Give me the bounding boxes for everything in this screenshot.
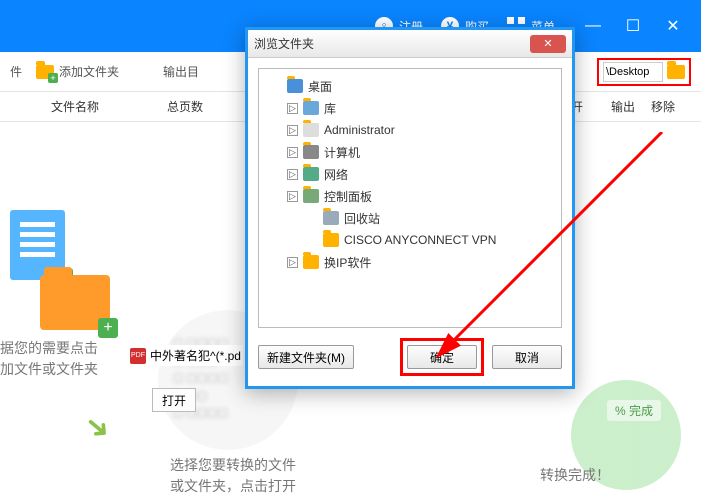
- tree-node[interactable]: ▷ 换IP软件: [265, 251, 555, 273]
- output-path-highlight: [597, 58, 691, 86]
- tree-node-label: 控制面板: [324, 188, 372, 205]
- add-folder-label: 添加文件夹: [59, 63, 119, 80]
- expand-icon[interactable]: ▷: [287, 103, 298, 114]
- browse-folder-dialog: 浏览文件夹 ✕ 桌面▷库▷Administrator▷计算机▷网络▷控制面板回收…: [245, 27, 575, 389]
- arrow-icon: ➜: [77, 406, 119, 449]
- tree-node-label: 计算机: [324, 144, 360, 161]
- tree-node-label: 库: [324, 100, 336, 117]
- tree-node[interactable]: CISCO ANYCONNECT VPN: [265, 229, 555, 251]
- tree-node[interactable]: ▷ 计算机: [265, 141, 555, 163]
- bin-icon: [323, 211, 339, 225]
- ok-highlight: 确定: [400, 338, 484, 376]
- file-stack-illustration: + +: [10, 210, 130, 330]
- col-open: 开: [571, 98, 611, 115]
- col-pages: 总页数: [140, 98, 230, 115]
- output-label: 输出目: [163, 63, 199, 80]
- sample-file-row: PDF 中外著名犯^(*.pd: [128, 345, 243, 366]
- cancel-button[interactable]: 取消: [492, 345, 562, 369]
- add-file-button[interactable]: 件: [10, 63, 22, 80]
- desktop-icon: [287, 79, 303, 93]
- dialog-close-button[interactable]: ✕: [530, 35, 566, 53]
- lib-icon: [303, 101, 319, 115]
- tree-node-label: 网络: [324, 166, 348, 183]
- minimize-button[interactable]: —: [573, 17, 613, 35]
- expand-icon[interactable]: ▷: [287, 169, 298, 180]
- output-path-input[interactable]: [603, 62, 663, 82]
- tree-node-label: 桌面: [308, 78, 332, 95]
- step2-text: 选择您要转换的文件或文件夹，点击打开: [170, 455, 296, 497]
- expand-icon[interactable]: ▷: [287, 147, 298, 158]
- fold-icon: [303, 255, 319, 269]
- pc-icon: [303, 145, 319, 159]
- user-icon: [303, 123, 319, 137]
- folder-tree[interactable]: 桌面▷库▷Administrator▷计算机▷网络▷控制面板回收站CISCO A…: [258, 68, 562, 328]
- col-remove: 移除: [651, 98, 691, 115]
- tree-node[interactable]: 桌面: [265, 75, 555, 97]
- tree-node[interactable]: ▷库: [265, 97, 555, 119]
- tree-node-label: CISCO ANYCONNECT VPN: [344, 233, 496, 247]
- add-folder-button[interactable]: + 添加文件夹: [36, 63, 119, 80]
- expand-icon[interactable]: ▷: [287, 191, 298, 202]
- tree-node[interactable]: ▷ 网络: [265, 163, 555, 185]
- pdf-icon: PDF: [130, 348, 146, 364]
- dialog-titlebar[interactable]: 浏览文件夹 ✕: [248, 30, 572, 58]
- tree-node-label: 回收站: [344, 210, 380, 227]
- add-file-label: 件: [10, 63, 22, 80]
- expand-icon[interactable]: ▷: [287, 125, 298, 136]
- net-icon: [303, 167, 319, 181]
- ok-button[interactable]: 确定: [407, 345, 477, 369]
- col-output: 输出: [611, 98, 651, 115]
- browse-folder-icon[interactable]: [667, 65, 685, 79]
- dialog-title: 浏览文件夹: [254, 35, 314, 52]
- tree-node-label: Administrator: [324, 123, 395, 137]
- close-button[interactable]: ✕: [653, 16, 693, 36]
- tree-node[interactable]: 回收站: [265, 207, 555, 229]
- fold-icon: [323, 233, 339, 247]
- col-name: 文件名称: [10, 98, 140, 115]
- maximize-button[interactable]: ☐: [613, 16, 653, 36]
- progress-status: % 完成: [607, 400, 661, 421]
- folder-icon: +: [36, 65, 54, 79]
- new-folder-button[interactable]: 新建文件夹(M): [258, 345, 354, 369]
- tree-node[interactable]: ▷ Administrator: [265, 119, 555, 141]
- tree-node-label: 换IP软件: [324, 254, 371, 271]
- ctrl-icon: [303, 189, 319, 203]
- sample-file-name: 中外著名犯^(*.pd: [150, 347, 241, 364]
- open-sample-button[interactable]: 打开: [152, 388, 196, 412]
- step3-text: 转换完成！: [540, 465, 610, 486]
- tree-node[interactable]: ▷ 控制面板: [265, 185, 555, 207]
- expand-icon[interactable]: ▷: [287, 257, 298, 268]
